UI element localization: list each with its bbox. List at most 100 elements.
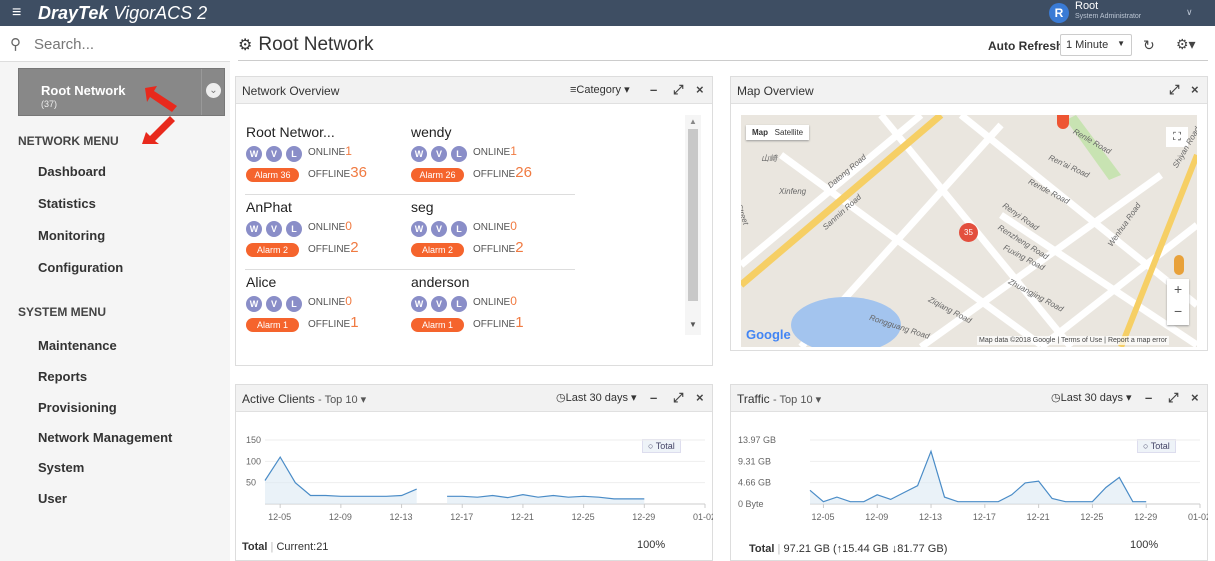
close-icon[interactable]: ×: [696, 82, 704, 97]
avatar[interactable]: R: [1049, 3, 1069, 23]
y-tick-label: 13.97 GB: [738, 435, 776, 445]
online-label: ONLINE: [473, 147, 511, 158]
device-name[interactable]: Alice: [246, 274, 276, 290]
attribution-text: Map data ©2018 Google: [979, 337, 1056, 344]
minimize-icon[interactable]: –: [1145, 390, 1152, 405]
scrollbar[interactable]: ▲ ▼: [685, 115, 701, 335]
series-line-total[interactable]: [809, 449, 1147, 503]
map-place-label: 山崎: [761, 154, 777, 163]
device-card[interactable]: Alice W V L ONLINE0 Alarm 1 OFFLINE1: [246, 274, 406, 336]
category-dropdown[interactable]: ≡Category ▾: [570, 83, 630, 96]
auto-refresh-select[interactable]: 1 Minute ▼: [1060, 34, 1132, 56]
gear-icon[interactable]: ⚙▾: [1176, 36, 1196, 53]
pegman-icon[interactable]: [1174, 255, 1184, 275]
badge-v-icon: V: [431, 146, 447, 162]
menu-item-configuration[interactable]: Configuration: [38, 260, 123, 275]
panel-header: Network Overview ≡Category ▾ – ⤢ ×: [236, 77, 712, 104]
menu-item-statistics[interactable]: Statistics: [38, 196, 96, 211]
online-status: ONLINE0: [308, 219, 352, 233]
range-dropdown[interactable]: ◷Last 30 days ▾: [556, 391, 637, 404]
root-network-node[interactable]: Root Network (37) ⌄: [18, 68, 225, 116]
menu-item-dashboard[interactable]: Dashboard: [38, 164, 106, 179]
alarm-badge[interactable]: Alarm 2: [411, 243, 464, 257]
zoom-out-button[interactable]: −: [1174, 303, 1182, 319]
alarm-badge[interactable]: Alarm 2: [246, 243, 299, 257]
menu-item-system[interactable]: System: [38, 460, 84, 475]
online-count: 1: [510, 144, 517, 158]
online-count: 1: [345, 144, 352, 158]
menu-icon[interactable]: ≡: [12, 4, 21, 22]
traffic-chart: 13.97 GB 9.31 GB 4.66 GB 0 Byte 12-05 12-09 12…: [738, 435, 1208, 522]
badge-v-icon: V: [431, 221, 447, 237]
expand-icon[interactable]: ⤢: [1168, 390, 1178, 406]
expand-icon[interactable]: ⤢: [673, 390, 683, 406]
alarm-badge[interactable]: Alarm 1: [411, 318, 464, 332]
device-card[interactable]: wendy W V L ONLINE1 Alarm 26 OFFLINE26: [411, 124, 571, 186]
highway: [741, 115, 944, 288]
search-box[interactable]: ⚲ Search...: [0, 26, 230, 62]
active-clients-footer: Total | Current:21: [242, 541, 329, 553]
y-tick-label: 4.66 GB: [738, 478, 771, 488]
map-type-control[interactable]: Map Satellite: [746, 125, 810, 140]
user-menu-chevron-icon[interactable]: ∨: [1186, 7, 1193, 18]
scroll-down-icon[interactable]: ▼: [689, 320, 697, 329]
system-menu-heading: SYSTEM MENU: [18, 305, 107, 319]
offline-count: 2: [515, 239, 524, 256]
top-dropdown[interactable]: - Top 10 ▾: [318, 394, 366, 406]
badge-l-icon: L: [451, 146, 467, 162]
menu-item-monitoring[interactable]: Monitoring: [38, 228, 105, 243]
menu-item-maintenance[interactable]: Maintenance: [38, 338, 117, 353]
user-name[interactable]: Root: [1075, 1, 1098, 12]
badge-w-icon: W: [411, 221, 427, 237]
menu-item-network-management[interactable]: Network Management: [38, 430, 172, 445]
device-card[interactable]: Root Networ... W V L ONLINE1 Alarm 36 OFFLI…: [246, 124, 406, 186]
report-link[interactable]: Report a map error: [1108, 337, 1167, 344]
refresh-icon[interactable]: ↻: [1143, 37, 1155, 54]
menu-item-user[interactable]: User: [38, 491, 67, 506]
menu-item-reports[interactable]: Reports: [38, 369, 87, 384]
y-tick-label: 150: [246, 435, 261, 445]
device-name[interactable]: AnPhat: [246, 199, 292, 215]
terms-link[interactable]: Terms of Use: [1061, 337, 1102, 344]
minimize-icon[interactable]: –: [650, 390, 657, 405]
device-name[interactable]: wendy: [411, 124, 451, 140]
badge-l-icon: L: [451, 221, 467, 237]
map-pin-icon[interactable]: [1057, 115, 1069, 129]
offline-label: OFFLINE: [473, 169, 516, 180]
search-input[interactable]: Search...: [34, 36, 94, 53]
network-menu-heading: NETWORK MENU: [18, 134, 119, 148]
map-view[interactable]: Map Satellite 35 + − ⛶ Google Map data ©…: [741, 115, 1197, 347]
menu-item-provisioning[interactable]: Provisioning: [38, 400, 117, 415]
scrollbar-thumb[interactable]: [688, 129, 698, 301]
x-tick-label: 12-13: [919, 512, 942, 522]
close-icon[interactable]: ×: [696, 390, 704, 405]
scroll-up-icon[interactable]: ▲: [689, 117, 697, 126]
close-icon[interactable]: ×: [1191, 390, 1199, 405]
close-icon[interactable]: ×: [1191, 82, 1199, 97]
tab-satellite[interactable]: Satellite: [775, 128, 803, 137]
alarm-badge[interactable]: Alarm 26: [411, 168, 464, 182]
online-status: ONLINE1: [473, 144, 517, 158]
alarm-badge[interactable]: Alarm 1: [246, 318, 299, 332]
device-card[interactable]: anderson W V L ONLINE0 Alarm 1 OFFLINE1: [411, 274, 571, 336]
map-cluster-marker[interactable]: 35: [959, 223, 978, 242]
range-dropdown[interactable]: ◷Last 30 days ▾: [1051, 391, 1132, 404]
offline-status: OFFLINE36: [308, 164, 367, 181]
device-name[interactable]: Root Networ...: [246, 124, 335, 140]
device-name[interactable]: seg: [411, 199, 434, 215]
alarm-badge[interactable]: Alarm 36: [246, 168, 299, 182]
zoom-in-button[interactable]: +: [1174, 281, 1182, 297]
tab-map[interactable]: Map: [752, 128, 768, 137]
app-logo: DrayTek VigorACS 2: [38, 3, 207, 24]
device-name[interactable]: anderson: [411, 274, 469, 290]
expand-icon[interactable]: ⤢: [1169, 82, 1179, 98]
top-dropdown[interactable]: - Top 10 ▾: [773, 394, 821, 406]
device-card[interactable]: seg W V L ONLINE0 Alarm 2 OFFLINE2: [411, 199, 571, 261]
series-area: [810, 451, 1147, 504]
chevron-down-icon[interactable]: ⌄: [206, 83, 221, 98]
x-tick-label: 12-25: [1080, 512, 1103, 522]
minimize-icon[interactable]: –: [650, 82, 657, 97]
offline-status: OFFLINE2: [308, 239, 359, 256]
device-card[interactable]: AnPhat W V L ONLINE0 Alarm 2 OFFLINE2: [246, 199, 406, 261]
expand-icon[interactable]: ⤢: [673, 82, 683, 98]
